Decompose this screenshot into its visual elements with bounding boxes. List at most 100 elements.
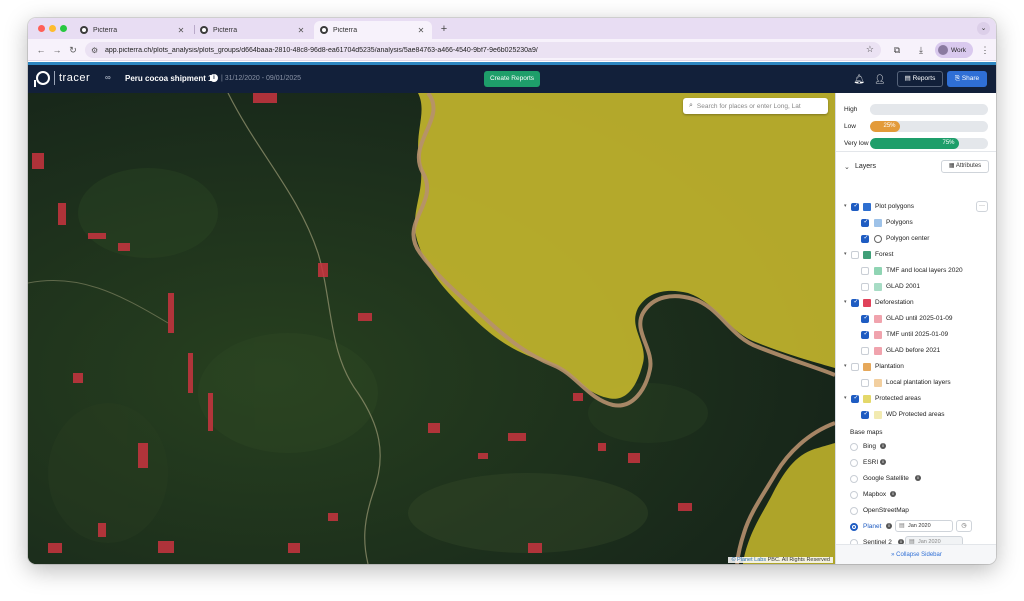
map-imagery[interactable] — [28, 93, 835, 564]
layer-color-swatch — [874, 267, 882, 275]
download-icon[interactable]: ⤓ — [914, 43, 928, 57]
layer-checkbox[interactable] — [851, 202, 860, 211]
maximize-window-button[interactable] — [60, 25, 67, 32]
layer-checkbox[interactable] — [861, 314, 870, 323]
basemap-esri[interactable]: ESRI i — [836, 456, 996, 470]
collapse-sidebar-label: Collapse Sidebar — [896, 552, 942, 558]
layer-checkbox[interactable] — [861, 283, 869, 291]
layer-checkbox[interactable] — [861, 410, 870, 419]
user-icon[interactable]: 👤︎ — [874, 73, 886, 85]
layer-item-polygon-center[interactable]: Polygon center — [836, 232, 996, 246]
layer-item-tmf-and-local-layers-2020[interactable]: TMF and local layers 2020 — [836, 264, 996, 278]
tab-close-icon[interactable]: ✕ — [176, 26, 186, 35]
basemap-radio[interactable] — [850, 523, 858, 531]
attribution-link[interactable]: © Planet Labs — [731, 557, 766, 563]
new-tab-button[interactable]: + — [437, 22, 451, 36]
clock-icon[interactable]: ◷ — [956, 520, 972, 532]
basemap-radio[interactable] — [850, 475, 858, 483]
basemap-openstreetmap[interactable]: OpenStreetMap — [836, 504, 996, 518]
caret-down-icon[interactable]: ▾ — [844, 251, 847, 257]
attributes-button[interactable]: ▦ Attributes — [941, 160, 989, 173]
layer-item-polygons[interactable]: Polygons — [836, 216, 996, 230]
share-button[interactable]: ⎘ Share — [947, 71, 987, 87]
layer-checkbox[interactable] — [861, 234, 870, 243]
caret-down-icon[interactable]: ▾ — [844, 363, 847, 369]
layer-checkbox[interactable] — [861, 218, 870, 227]
minimize-window-button[interactable] — [49, 25, 56, 32]
risk-bar: 25% — [870, 120, 988, 132]
layer-checkbox[interactable] — [851, 363, 859, 371]
map-search-box[interactable]: ⌕ — [683, 98, 828, 114]
tab-close-icon[interactable]: ✕ — [296, 26, 306, 35]
layer-item-local-plantation-layers[interactable]: Local plantation layers — [836, 376, 996, 390]
back-arrow-icon[interactable]: ← — [34, 43, 48, 57]
close-window-button[interactable] — [38, 25, 45, 32]
collapse-sidebar-button[interactable]: » Collapse Sidebar — [836, 544, 996, 564]
layer-label: Plantation — [875, 363, 904, 370]
basemap-radio[interactable] — [850, 443, 858, 451]
layer-label: Protected areas — [875, 395, 921, 402]
info-icon[interactable]: i — [880, 443, 886, 449]
forward-arrow-icon[interactable]: → — [50, 43, 64, 57]
basemap-date-field[interactable]: ▤ Jan 2020 — [895, 520, 953, 532]
layer-checkbox[interactable] — [861, 379, 869, 387]
layer-item-wd-protected-areas[interactable]: WD Protected areas — [836, 408, 996, 422]
profile-button[interactable]: Work — [935, 42, 973, 58]
basemap-planet[interactable]: Planet i ▤ Jan 2020 ◷ — [836, 520, 996, 534]
layer-group-plot-polygons[interactable]: ▾ Plot polygons ··· — [836, 200, 996, 214]
more-options-icon[interactable]: ··· — [976, 201, 988, 212]
layer-checkbox[interactable] — [861, 267, 869, 275]
layer-label: TMF and local layers 2020 — [886, 267, 963, 274]
site-settings-icon[interactable]: ⚙ — [91, 46, 100, 55]
basemap-label: OpenStreetMap — [863, 507, 909, 514]
basemap-radio[interactable] — [850, 459, 858, 467]
basemap-mapbox[interactable]: Mapbox i — [836, 488, 996, 502]
browser-tab-3[interactable]: Picterra ✕ — [314, 21, 432, 39]
layer-item-glad-until-2025-01-09[interactable]: GLAD until 2025-01-09 — [836, 312, 996, 326]
address-bar[interactable]: ⚙ app.picterra.ch/plots_analysis/plots_g… — [85, 42, 881, 58]
basemap-bing[interactable]: Bing i — [836, 440, 996, 454]
info-icon[interactable]: i — [210, 74, 218, 82]
caret-down-icon[interactable]: ▾ — [844, 299, 847, 305]
layer-group-deforestation[interactable]: ▾ Deforestation — [836, 296, 996, 310]
browser-tab-2[interactable]: Picterra ✕ — [194, 21, 312, 39]
url-text[interactable]: app.picterra.ch/plots_analysis/plots_gro… — [105, 47, 538, 54]
layers-header[interactable]: ⌄ Layers ▦ Attributes — [836, 160, 996, 176]
layer-group-plantation[interactable]: ▾ Plantation — [836, 360, 996, 374]
layer-checkbox[interactable] — [861, 347, 869, 355]
caret-down-icon[interactable]: ▾ — [844, 395, 847, 401]
tracer-logo[interactable]: tracer — [34, 71, 90, 87]
info-icon[interactable]: i — [890, 491, 896, 497]
info-icon[interactable]: i — [915, 475, 921, 481]
layer-item-glad-before-2021[interactable]: GLAD before 2021 — [836, 344, 996, 358]
layer-item-glad-2001[interactable]: GLAD 2001 — [836, 280, 996, 294]
layer-checkbox[interactable] — [861, 330, 870, 339]
bell-icon[interactable]: 🔔︎ — [853, 73, 865, 85]
layer-group-forest[interactable]: ▾ Forest — [836, 248, 996, 262]
reports-button[interactable]: ▤ Reports — [897, 71, 943, 87]
info-icon[interactable]: i — [880, 459, 886, 465]
map-search-input[interactable] — [696, 102, 819, 110]
create-reports-button[interactable]: Create Reports — [484, 71, 540, 87]
layer-checkbox[interactable] — [851, 251, 859, 259]
profile-label: Work — [951, 46, 967, 54]
bookmark-star-icon[interactable]: ☆ — [866, 44, 874, 55]
basemap-google-satellite[interactable]: Google Satellite i — [836, 472, 996, 486]
info-icon[interactable]: i — [886, 523, 892, 529]
layer-group-protected-areas[interactable]: ▾ Protected areas — [836, 392, 996, 406]
chevron-down-icon[interactable]: ⌄ — [844, 163, 850, 171]
caret-down-icon[interactable]: ▾ — [844, 203, 847, 209]
basemap-radio[interactable] — [850, 507, 858, 515]
reload-icon[interactable]: ↻ — [66, 43, 80, 57]
basemap-radio[interactable] — [850, 491, 858, 499]
extensions-icon[interactable]: ⧉ — [890, 43, 904, 57]
browser-tab-1[interactable]: Picterra ✕ — [74, 21, 192, 39]
tab-close-icon[interactable]: ✕ — [416, 26, 426, 35]
browser-menu-icon[interactable]: ⋮ — [978, 43, 992, 57]
tab-search-chevron-icon[interactable]: ⌄ — [977, 22, 990, 35]
satellite-map[interactable]: ⌕ © Planet Labs PBC. All Rights Reserved — [28, 93, 835, 564]
layer-label: Local plantation layers — [886, 379, 951, 386]
layer-item-tmf-until-2025-01-09[interactable]: TMF until 2025-01-09 — [836, 328, 996, 342]
layer-checkbox[interactable] — [851, 298, 860, 307]
layer-checkbox[interactable] — [851, 394, 860, 403]
